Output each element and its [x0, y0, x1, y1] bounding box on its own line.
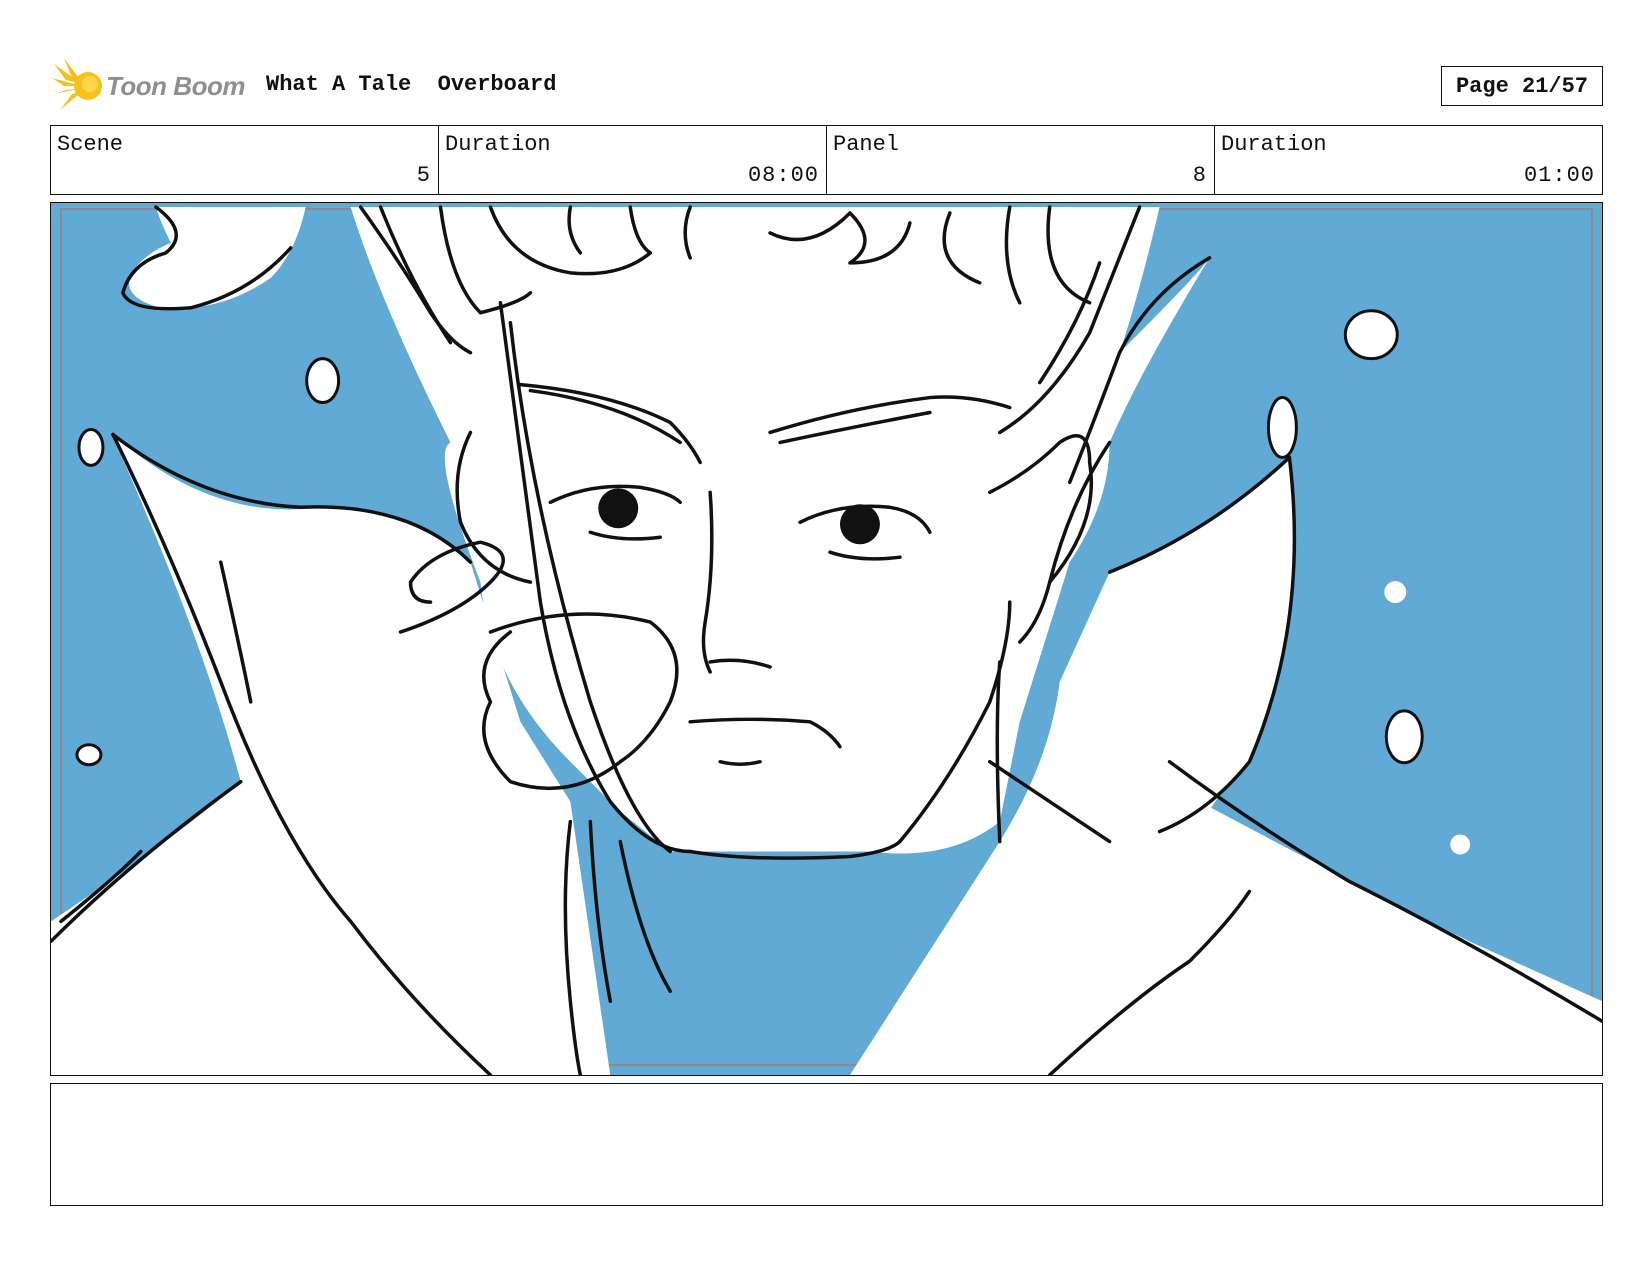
panel-duration-value: 01:00: [1523, 163, 1595, 188]
scene-value: 5: [416, 163, 431, 188]
page-number: Page 21/57: [1441, 66, 1603, 106]
panel-label: Panel: [833, 132, 900, 157]
panel-duration-label: Duration: [1221, 132, 1327, 157]
panel-value: 8: [1192, 163, 1207, 188]
panel-cell: Panel 8: [827, 126, 1215, 194]
scene-duration-value: 08:00: [747, 163, 819, 188]
toon-boom-logo: Toon Boom: [52, 58, 252, 114]
panel-duration-cell: Duration 01:00: [1215, 126, 1602, 194]
character-sketch: [51, 203, 1602, 1075]
scene-duration-cell: Duration 08:00: [439, 126, 827, 194]
storyboard-panel-image: [50, 202, 1603, 1076]
scene-info-table: Scene 5 Duration 08:00 Panel 8 Duration …: [50, 125, 1603, 195]
scene-cell: Scene 5: [51, 126, 439, 194]
panel-notes: [50, 1083, 1603, 1206]
project-title: What A Tale Overboard: [266, 72, 557, 97]
storyboard-page: Toon Boom What A Tale Overboard Page 21/…: [0, 0, 1648, 1276]
logo-wordmark: Toon Boom: [106, 70, 245, 101]
scene-label: Scene: [57, 132, 124, 157]
sun-burst-icon: [52, 58, 102, 110]
scene-duration-label: Duration: [445, 132, 551, 157]
